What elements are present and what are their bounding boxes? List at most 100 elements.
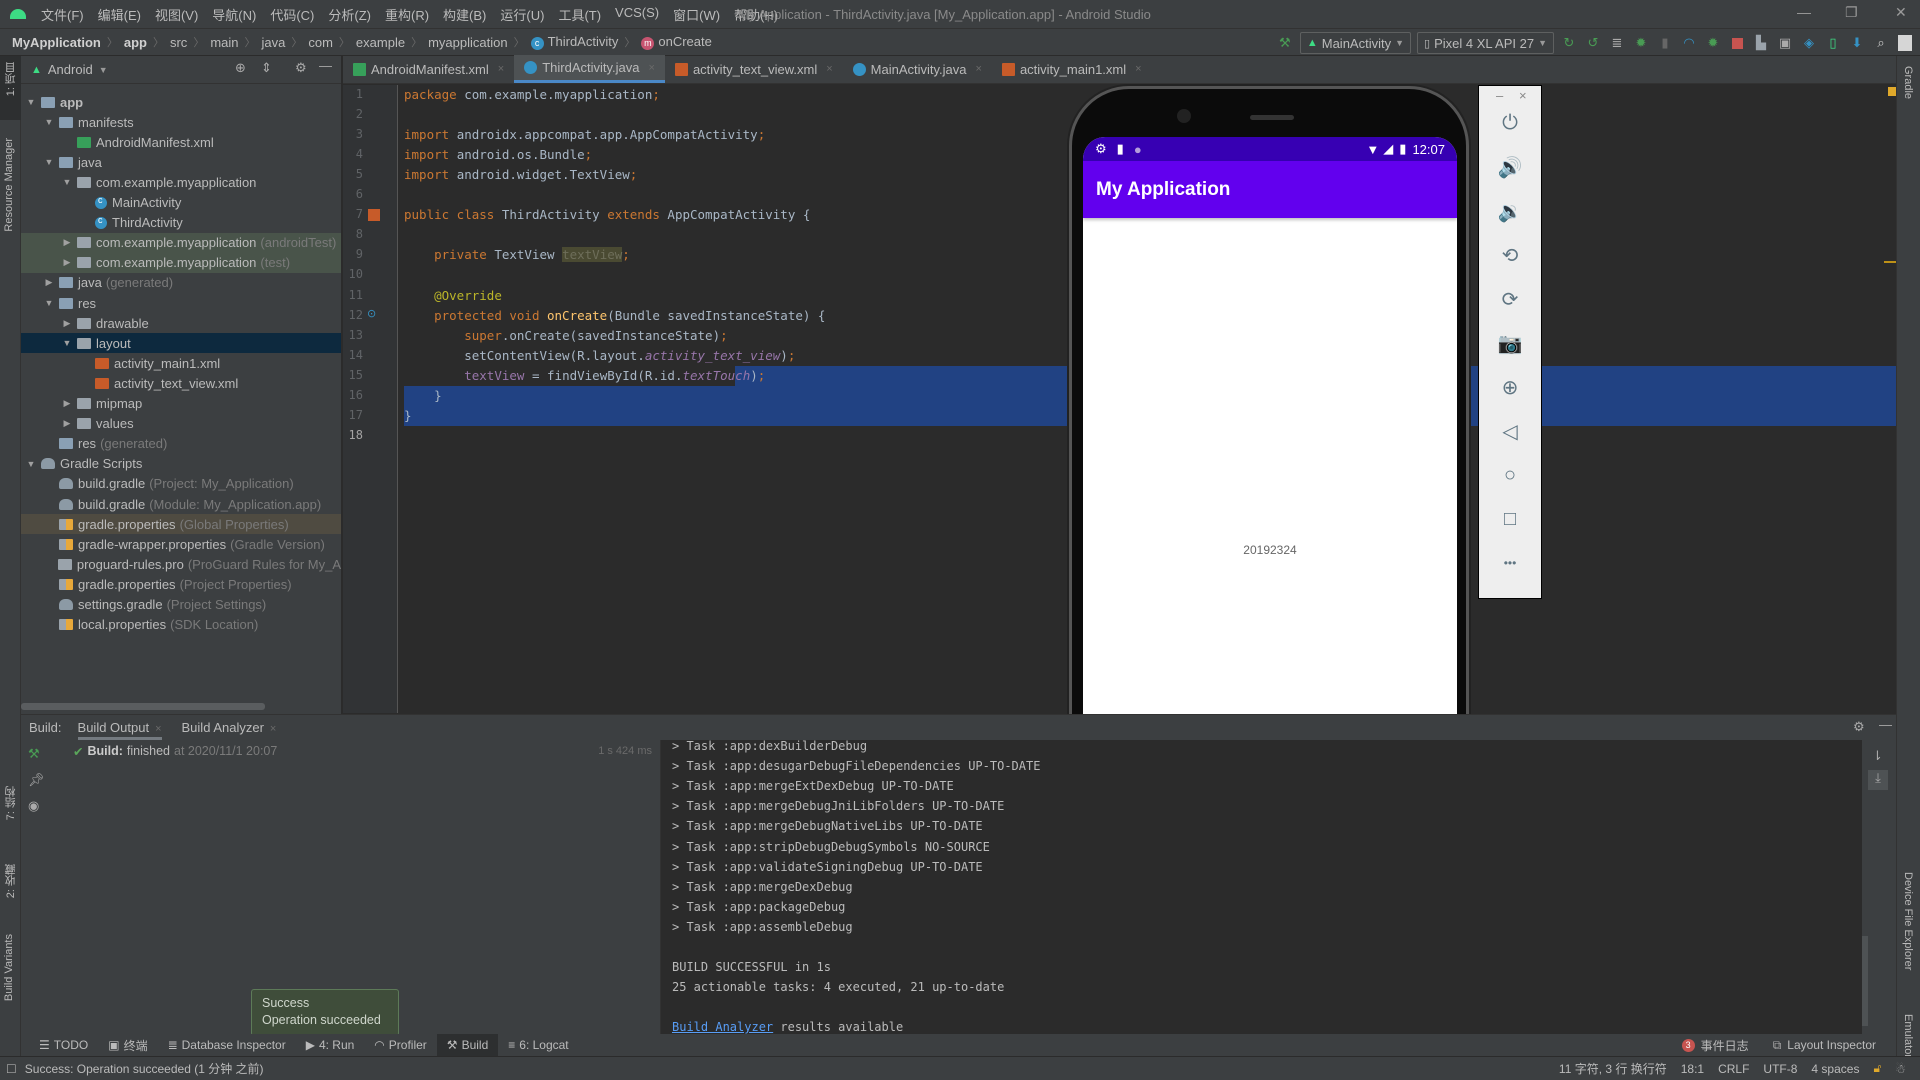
rotate-left-button[interactable]: ⟲ — [1479, 240, 1541, 270]
breadcrumb-item[interactable]: MyApplication — [12, 35, 101, 50]
volume-down-button[interactable]: 🔉 — [1479, 196, 1541, 226]
tool-window-hammer[interactable]: ⚒ Build — [436, 1034, 499, 1056]
view-mode-selector[interactable]: Android — [48, 62, 93, 77]
event-log-button[interactable]: 事件日志 — [1701, 1037, 1749, 1054]
tool-window-todo[interactable]: ☰ TODO — [29, 1034, 98, 1056]
menu-item[interactable]: 运行(U) — [493, 5, 551, 24]
hide-icon[interactable]: — — [1879, 717, 1892, 732]
debug-icon[interactable]: ✹ — [1632, 34, 1650, 52]
breadcrumb-item[interactable]: src — [170, 35, 187, 50]
editor-tab[interactable]: activity_main1.xml × — [992, 55, 1152, 83]
breadcrumb-item[interactable]: app — [124, 35, 147, 50]
close-icon[interactable]: × — [155, 723, 161, 735]
line-separator[interactable]: CRLF — [1718, 1062, 1749, 1076]
build-variants-tool-button[interactable]: Build Variants — [3, 934, 15, 1001]
zoom-button[interactable]: ⊕ — [1479, 372, 1541, 402]
pin-icon[interactable]: 📌︎ — [28, 772, 45, 788]
sdk-manager-icon[interactable]: ▣ — [1776, 34, 1794, 52]
tree-item[interactable]: settings.gradle (Project Settings) — [21, 595, 341, 615]
collapse-all-icon[interactable]: ⇕ — [261, 60, 272, 76]
menu-item[interactable]: 导航(N) — [205, 5, 263, 24]
tree-item[interactable]: ▼ java — [21, 152, 341, 172]
expand-arrow-icon[interactable]: ▼ — [61, 177, 73, 187]
tree-item[interactable]: ▼ layout — [21, 333, 341, 354]
indent-setting[interactable]: 4 spaces — [1811, 1062, 1859, 1076]
editor-tab[interactable]: activity_text_view.xml × — [665, 55, 843, 83]
apply-changes-restart-icon[interactable]: ↻ — [1560, 34, 1578, 52]
collapse-arrow-icon[interactable]: ▶ — [61, 257, 73, 268]
layout-inspector-button[interactable]: Layout Inspector — [1787, 1038, 1876, 1052]
stop-icon[interactable] — [1728, 34, 1746, 52]
xml-file-icon[interactable] — [368, 209, 380, 221]
device-manager-icon[interactable]: ▯ — [1824, 34, 1842, 52]
more-button[interactable]: ••• — [1479, 548, 1541, 578]
attach-icon[interactable]: ▮ — [1656, 34, 1674, 52]
back-button[interactable]: ◁ — [1479, 416, 1541, 446]
emulator-tool-button[interactable]: Emulator — [1902, 1014, 1914, 1058]
close-tab-icon[interactable]: × — [649, 62, 655, 74]
resource-manager-tool-button[interactable]: Resource Manager — [3, 138, 15, 232]
tree-item[interactable]: ▶ values — [21, 414, 341, 434]
build-analyzer-link[interactable]: Build Analyzer — [672, 1020, 773, 1034]
horizontal-scrollbar[interactable] — [21, 703, 265, 710]
close-button[interactable]: ✕ — [1895, 4, 1907, 21]
tool-window-run[interactable]: ▶ 4: Run — [296, 1034, 365, 1056]
tool-window-terminal[interactable]: ▣ 终端 — [98, 1034, 157, 1056]
gear-icon[interactable]: ⚙ — [295, 60, 307, 76]
breadcrumb-item[interactable]: c ThirdActivity — [530, 34, 618, 50]
editor-tab[interactable]: AndroidManifest.xml × — [343, 55, 514, 83]
menu-item[interactable]: 视图(V) — [148, 5, 205, 24]
minimize-button[interactable]: — — [1797, 4, 1811, 20]
menu-item[interactable]: 编辑(E) — [91, 5, 148, 24]
emulator-minimize-button[interactable]: – — [1496, 88, 1503, 103]
tree-item[interactable]: gradle-wrapper.properties (Gradle Version… — [21, 534, 341, 554]
caret-position[interactable]: 18:1 — [1681, 1062, 1704, 1076]
screenshot-button[interactable]: 📷 — [1479, 328, 1541, 358]
coverage-icon[interactable]: ≣ — [1608, 34, 1626, 52]
tree-item[interactable]: ▶ mipmap — [21, 394, 341, 414]
project-structure-icon[interactable]: ▙ — [1752, 34, 1770, 52]
collapse-arrow-icon[interactable]: ▶ — [61, 398, 73, 409]
file-encoding[interactable]: UTF-8 — [1763, 1062, 1797, 1076]
tree-item[interactable]: ▶ com.example.myapplication (androidTest) — [21, 232, 341, 253]
close-icon[interactable]: × — [270, 723, 276, 735]
hammer-icon[interactable]: ⚒ — [1276, 34, 1294, 52]
tree-item[interactable]: ▶ com.example.myapplication (test) — [21, 252, 341, 273]
inspector-icon[interactable]: ☃ — [1895, 1062, 1906, 1076]
device-selector[interactable]: ▯ Pixel 4 XL API 27 ▼ — [1417, 32, 1554, 54]
rotate-right-button[interactable]: ⟳ — [1479, 284, 1541, 314]
notification-balloon[interactable]: Success Operation succeeded — [251, 989, 399, 1036]
expand-arrow-icon[interactable]: ▼ — [43, 298, 55, 308]
tree-item[interactable]: MainActivity — [21, 193, 341, 213]
editor-tab[interactable]: MainActivity.java × — [843, 55, 992, 83]
emulator-close-button[interactable]: × — [1519, 88, 1527, 103]
tab-build-output[interactable]: Build Output × — [77, 716, 162, 740]
tool-window-database[interactable]: ≣ Database Inspector — [158, 1034, 296, 1056]
menu-item[interactable]: 窗口(W) — [666, 5, 727, 24]
hide-icon[interactable]: — — [319, 58, 332, 73]
breadcrumb-item[interactable]: main — [210, 35, 238, 50]
eye-icon[interactable]: ◉ — [28, 798, 39, 814]
tree-item[interactable]: ▼ app — [21, 92, 341, 112]
profile-icon[interactable]: ◠ — [1680, 34, 1698, 52]
expand-arrow-icon[interactable]: ▼ — [25, 97, 37, 107]
collapse-arrow-icon[interactable]: ▶ — [43, 277, 55, 288]
power-button[interactable]: ⏻ — [1479, 108, 1541, 138]
close-tab-icon[interactable]: × — [498, 63, 504, 75]
menu-item[interactable]: 重构(R) — [378, 5, 436, 24]
tool-window-logcat[interactable]: ≡ 6: Logcat — [498, 1034, 578, 1056]
tree-item[interactable]: local.properties (SDK Location) — [21, 615, 341, 635]
vertical-scrollbar[interactable] — [1862, 936, 1868, 1026]
menu-item[interactable]: 工具(T) — [551, 5, 608, 24]
tree-item[interactable]: build.gradle (Project: My_Application) — [21, 474, 341, 494]
menu-item[interactable]: 文件(F) — [34, 5, 91, 24]
tree-item[interactable]: ▼ Gradle Scripts — [21, 454, 341, 474]
expand-arrow-icon[interactable]: ▼ — [43, 117, 55, 127]
avd-manager-icon[interactable]: ◈ — [1800, 34, 1818, 52]
collapse-arrow-icon[interactable]: ▶ — [61, 418, 73, 429]
hammer-icon[interactable]: ⚒ — [28, 746, 40, 762]
collapse-arrow-icon[interactable]: ▶ — [61, 237, 73, 248]
tree-item[interactable]: build.gradle (Module: My_Application.app) — [21, 494, 341, 514]
run-config-selector[interactable]: ▲ MainActivity ▼ — [1299, 32, 1412, 54]
tree-item[interactable]: ▶ java (generated) — [21, 273, 341, 293]
